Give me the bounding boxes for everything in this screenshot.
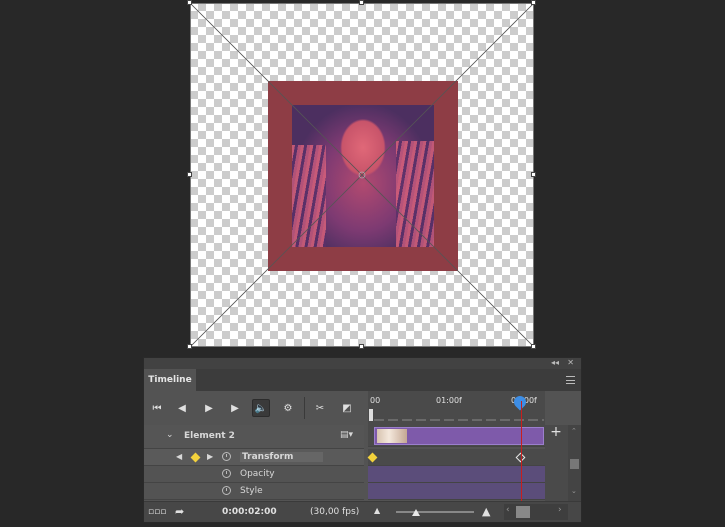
ruler-label-start: 00 (370, 396, 381, 405)
previous-frame-button[interactable]: ◀ (173, 399, 191, 417)
next-keyframe-icon[interactable]: ▶ (207, 452, 213, 461)
work-area-bar (374, 419, 544, 421)
vertical-scrollbar[interactable]: ⌃ ⌄ (568, 425, 581, 501)
portrait-photo (292, 105, 434, 247)
zoom-out-icon[interactable]: ▲ (374, 506, 380, 515)
step-back-icon: ◀ (178, 402, 186, 414)
handle-left[interactable] (187, 172, 192, 177)
document-canvas-area (0, 0, 725, 352)
close-icon[interactable]: ✕ (567, 358, 574, 367)
clip-thumbnail (377, 429, 407, 443)
tab-timeline[interactable]: Timeline (144, 369, 196, 391)
skip-back-icon: ⏮ (152, 402, 162, 414)
handle-right[interactable] (531, 172, 536, 177)
handle-top[interactable] (359, 0, 364, 5)
gear-icon: ⚙ (283, 402, 293, 414)
tab-bar: Timeline (144, 369, 581, 391)
prev-keyframe-icon[interactable]: ◀ (176, 452, 182, 461)
track-opacity[interactable] (368, 466, 545, 483)
property-label: Transform (240, 452, 324, 462)
hair-right (396, 141, 434, 247)
audio-button[interactable]: 🔈 (252, 399, 270, 417)
transition-icon: ◩ (342, 402, 352, 414)
playhead-line (521, 401, 522, 501)
handle-bottom-right[interactable] (531, 344, 536, 349)
playback-controls: ⏮ ◀ ▶ ▶ 🔈 ⚙ ✂ ◩ (144, 391, 364, 425)
transition-button[interactable]: ◩ (338, 399, 356, 417)
handle-bottom-left[interactable] (187, 344, 192, 349)
layer-toggle-icon[interactable]: ⌄ (166, 430, 174, 440)
scroll-thumb[interactable] (570, 459, 579, 469)
scroll-down-icon[interactable]: ⌄ (571, 487, 577, 495)
split-button[interactable]: ✂ (311, 399, 329, 417)
scroll-thumb[interactable] (516, 506, 530, 518)
frame-rate: (30,00 fps) (310, 507, 360, 517)
scroll-left-icon[interactable]: ‹ (506, 505, 510, 515)
timeline-panel: ◂◂ ✕ Timeline ⏮ ◀ ▶ ▶ 🔈 ⚙ ✂ ◩ 00 01:00f … (143, 357, 582, 523)
zoom-in-icon[interactable]: ▲ (482, 505, 490, 518)
add-media-button[interactable]: + (545, 425, 567, 441)
track-transform[interactable] (367, 449, 545, 466)
stopwatch-icon[interactable] (222, 469, 231, 478)
add-keyframe-icon[interactable] (190, 452, 201, 463)
canvas-transparent[interactable] (187, 0, 536, 349)
play-icon: ▶ (205, 402, 213, 414)
handle-top-right[interactable] (531, 0, 536, 5)
current-time: 0:00:02:00 (222, 507, 277, 517)
collapse-icon[interactable]: ◂◂ (551, 358, 559, 367)
work-area-start-handle[interactable] (369, 409, 373, 421)
time-ruler[interactable]: 00 01:00f 02:00f (368, 391, 545, 425)
zoom-slider-knob[interactable] (412, 509, 420, 516)
property-row-opacity[interactable]: Opacity (144, 466, 364, 483)
track-style[interactable] (368, 483, 545, 500)
hair-left (292, 145, 326, 247)
horizontal-scrollbar[interactable]: ‹ › (504, 504, 568, 520)
layer-name: Element 2 (184, 431, 235, 441)
property-label: Opacity (240, 469, 275, 479)
settings-button[interactable]: ⚙ (279, 399, 297, 417)
property-row-style[interactable]: Style (144, 483, 364, 500)
keyframe-start-icon[interactable] (367, 452, 378, 463)
film-strip-icon[interactable]: ▤▾ (340, 430, 353, 440)
stopwatch-icon[interactable] (222, 486, 231, 495)
frame-animation-icon[interactable]: ▫▫▫ (148, 507, 166, 517)
video-clip[interactable] (374, 427, 544, 445)
stopwatch-icon[interactable] (222, 452, 231, 461)
next-frame-button[interactable]: ▶ (226, 399, 244, 417)
scroll-up-icon[interactable]: ⌃ (571, 427, 577, 435)
panel-header: ◂◂ ✕ (144, 358, 581, 369)
image-frame (268, 81, 458, 271)
layer-row-element-2[interactable]: ⌄ Element 2 ▤▾ (144, 425, 364, 449)
speaker-icon: 🔈 (254, 402, 268, 414)
scissors-icon: ✂ (315, 402, 325, 414)
zoom-slider[interactable] (396, 511, 474, 513)
handle-bottom[interactable] (359, 344, 364, 349)
convert-icon[interactable]: ➦ (175, 505, 184, 518)
panel-menu-icon[interactable] (566, 376, 575, 384)
play-button[interactable]: ▶ (200, 399, 218, 417)
handle-top-left[interactable] (187, 0, 192, 5)
property-label: Style (240, 486, 263, 496)
ruler-label-1s: 01:00f (436, 396, 462, 405)
track-element-2[interactable] (368, 425, 545, 447)
status-bar: ▫▫▫ ➦ 0:00:02:00 (30,00 fps) ▲ ▲ ‹ › (144, 501, 581, 522)
property-row-transform[interactable]: ◀ ▶ Transform (144, 449, 364, 466)
go-to-first-frame-button[interactable]: ⏮ (148, 399, 166, 417)
divider (304, 397, 305, 419)
step-forward-icon: ▶ (231, 402, 239, 414)
scroll-right-icon[interactable]: › (558, 505, 562, 515)
